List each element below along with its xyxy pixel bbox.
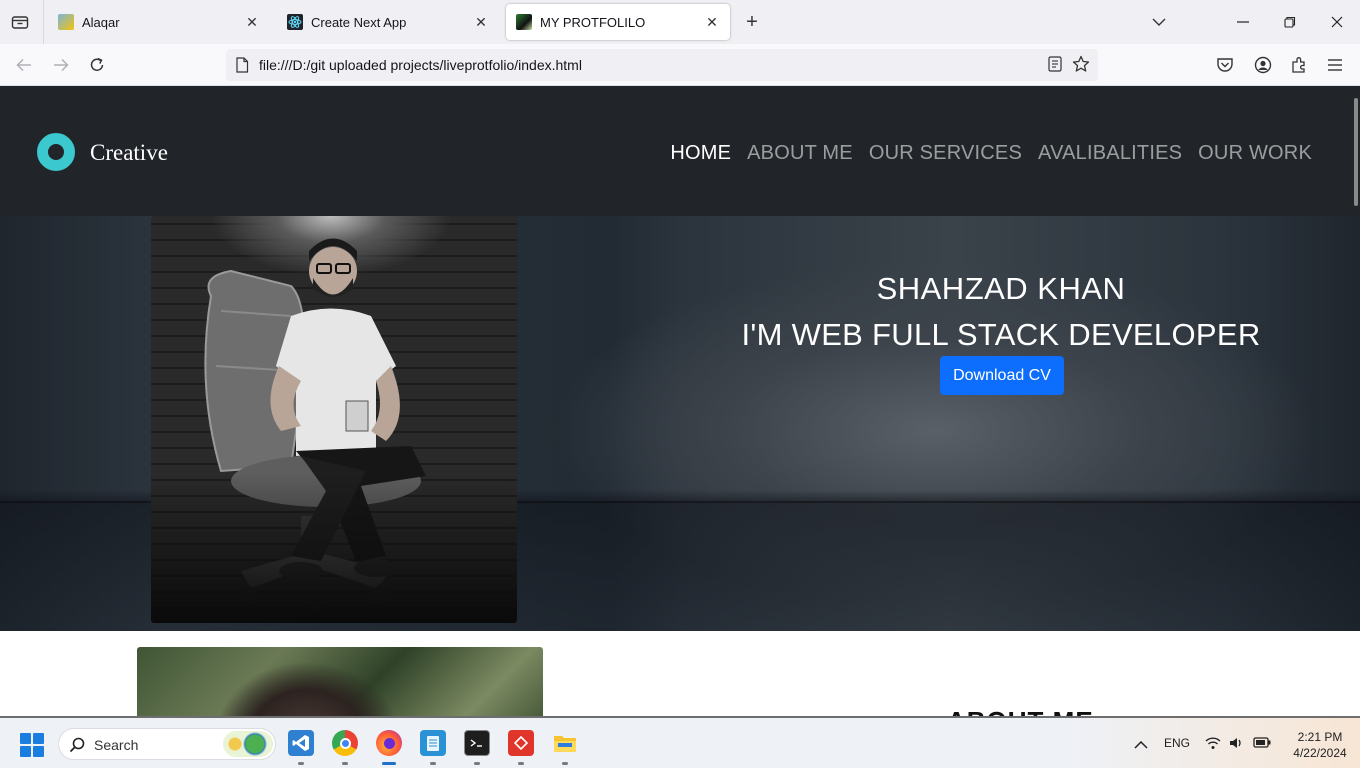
portfolio-page: Creative HOME ABOUT ME OUR SERVICES AVAL…: [0, 86, 1360, 716]
menu-item-availabilities[interactable]: AVALIBALITIES: [1038, 142, 1182, 165]
search-highlight-icon: [223, 731, 273, 757]
list-all-tabs-icon[interactable]: [8, 11, 32, 33]
react-favicon-icon: [287, 14, 303, 30]
alaqar-favicon-icon: [58, 14, 74, 30]
about-title: ABOUT ME: [947, 706, 1094, 716]
reader-view-icon[interactable]: [1048, 56, 1062, 77]
about-photo-image: [137, 647, 543, 716]
pocket-icon[interactable]: [1214, 54, 1236, 76]
tab-title: MY PROTFOLILO: [540, 14, 646, 30]
menu-item-about-me[interactable]: ABOUT ME: [747, 142, 853, 165]
chevron-down-icon[interactable]: [1147, 10, 1171, 34]
page-icon: [235, 57, 249, 78]
anydesk-icon[interactable]: [508, 730, 534, 756]
windows-start-icon[interactable]: [20, 733, 44, 757]
maximize-icon[interactable]: [1278, 10, 1302, 34]
hero-portrait-image: [151, 216, 517, 623]
firefox-icon[interactable]: [376, 730, 402, 756]
taskbar-search-box[interactable]: Search: [58, 728, 276, 760]
main-menu: HOME ABOUT ME OUR SERVICES AVALIBALITIES…: [670, 142, 1312, 165]
menu-item-our-work[interactable]: OUR WORK: [1198, 142, 1312, 165]
vscode-icon[interactable]: [288, 730, 314, 756]
menu-item-our-services[interactable]: OUR SERVICES: [869, 142, 1022, 165]
tray-language[interactable]: ENG: [1164, 736, 1190, 750]
account-icon[interactable]: [1252, 54, 1274, 76]
app-running-indicator: [562, 762, 568, 765]
url-text[interactable]: file:///D:/git uploaded projects/livepro…: [259, 57, 582, 73]
tray-chevron-up-icon[interactable]: [1134, 738, 1148, 752]
portfolio-favicon-icon: [516, 14, 532, 30]
clock-time: 2:21 PM: [1297, 730, 1343, 744]
about-section: ABOUT ME: [0, 631, 1360, 716]
wifi-icon[interactable]: [1205, 736, 1221, 753]
back-arrow-icon[interactable]: [12, 53, 36, 77]
clock-date: 4/22/2024: [1293, 746, 1347, 760]
close-tab-icon[interactable]: ✕: [244, 14, 260, 30]
url-bar[interactable]: file:///D:/git uploaded projects/livepro…: [226, 49, 1098, 81]
close-window-icon[interactable]: [1325, 10, 1349, 34]
notepad-icon[interactable]: [420, 730, 446, 756]
tab-separator: [43, 0, 44, 44]
download-cv-button[interactable]: Download CV: [940, 356, 1064, 395]
browser-tab-strip: Alaqar ✕ Create Next App ✕ MY PROTFOLILO…: [0, 0, 1360, 44]
hero-section: SHAHZAD KHAN I'M WEB FULL STACK DEVELOPE…: [0, 216, 1360, 631]
volume-icon[interactable]: [1229, 736, 1245, 753]
battery-icon[interactable]: [1253, 736, 1271, 751]
taskbar-clock[interactable]: 2:21 PM 4/22/2024: [1285, 729, 1355, 761]
bookmark-star-icon[interactable]: [1072, 55, 1090, 78]
chrome-icon[interactable]: [332, 730, 358, 756]
logo-text[interactable]: Creative: [90, 140, 168, 166]
extensions-icon[interactable]: [1288, 54, 1310, 76]
app-running-indicator: [298, 762, 304, 765]
browser-nav-bar: file:///D:/git uploaded projects/livepro…: [0, 44, 1360, 86]
app-running-indicator: [474, 762, 480, 765]
logo-icon[interactable]: [37, 133, 75, 171]
minimize-icon[interactable]: [1231, 10, 1255, 34]
file-explorer-icon[interactable]: [552, 730, 578, 756]
tab-alaqar[interactable]: Alaqar ✕: [48, 4, 270, 40]
forward-arrow-icon[interactable]: [49, 53, 73, 77]
hero-role: I'M WEB FULL STACK DEVELOPER: [741, 317, 1261, 352]
app-active-indicator: [382, 762, 396, 765]
windows-taskbar: Search ENG 2:21 PM 4/22/2024: [0, 716, 1360, 768]
terminal-icon[interactable]: [464, 730, 490, 756]
search-icon: [69, 737, 85, 758]
new-tab-icon[interactable]: +: [740, 10, 764, 34]
tab-title: Create Next App: [311, 14, 407, 30]
reload-icon[interactable]: [85, 53, 109, 77]
app-running-indicator: [518, 762, 524, 765]
menu-item-home[interactable]: HOME: [670, 142, 731, 165]
hamburger-menu-icon[interactable]: [1324, 54, 1346, 76]
hero-name: SHAHZAD KHAN: [876, 271, 1126, 306]
close-tab-icon[interactable]: ✕: [473, 14, 489, 30]
app-running-indicator: [342, 762, 348, 765]
tab-title: Alaqar: [82, 14, 120, 30]
tab-my-portfolio[interactable]: MY PROTFOLILO ✕: [506, 4, 730, 40]
close-tab-icon[interactable]: ✕: [704, 14, 720, 30]
site-header: Creative HOME ABOUT ME OUR SERVICES AVAL…: [0, 86, 1360, 216]
app-running-indicator: [430, 762, 436, 765]
portrait-shade: [151, 473, 517, 623]
page-scrollbar[interactable]: [1354, 98, 1358, 206]
search-label: Search: [94, 737, 139, 753]
tab-create-next-app[interactable]: Create Next App ✕: [277, 4, 499, 40]
